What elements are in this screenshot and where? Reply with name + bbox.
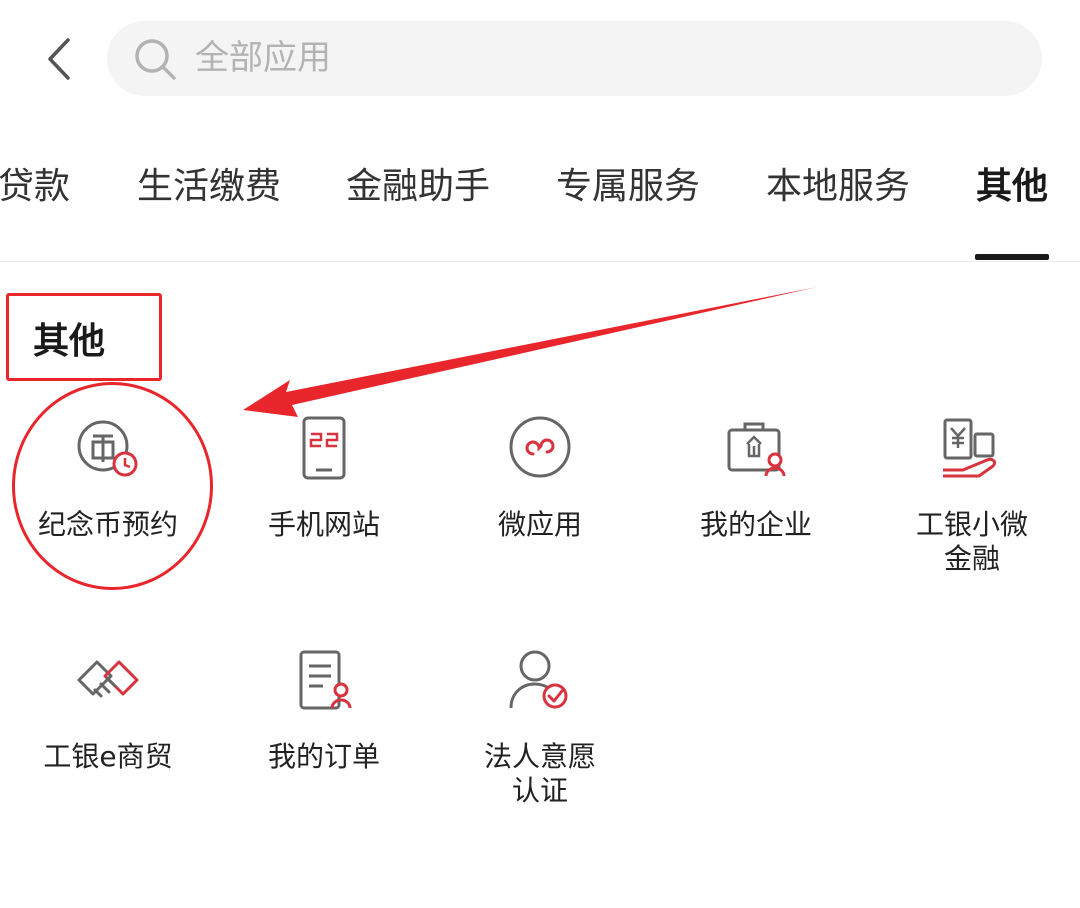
app-label: 纪念币预约 xyxy=(37,508,178,541)
chevron-left-icon xyxy=(48,38,70,80)
tab-exclusive-services[interactable]: 专属服务 xyxy=(556,116,700,258)
my-enterprise-icon xyxy=(727,422,786,477)
handshake-icon xyxy=(77,660,139,698)
tab-life-payments[interactable]: 生活缴费 xyxy=(137,116,281,258)
tab-other[interactable]: 其他 xyxy=(976,116,1048,258)
tab-loans[interactable]: 贷款 xyxy=(0,116,70,258)
small-business-finance-icon xyxy=(943,418,997,478)
app-mobile-site[interactable]: 手机网站 xyxy=(216,414,432,542)
order-icon xyxy=(299,650,352,710)
top-bar: 全部应用 xyxy=(0,0,1080,117)
mobile-site-icon xyxy=(302,416,346,480)
micro-app-icon xyxy=(509,416,571,478)
commemorative-coin-icon xyxy=(77,420,138,477)
app-label: 我的企业 xyxy=(699,508,812,541)
search-input[interactable]: 全部应用 xyxy=(107,21,1042,96)
active-tab-indicator xyxy=(975,254,1049,260)
search-placeholder: 全部应用 xyxy=(195,38,331,78)
back-button[interactable] xyxy=(36,34,86,84)
app-micro-app[interactable]: 微应用 xyxy=(432,414,648,542)
app-label: 手机网站 xyxy=(267,508,380,541)
app-my-enterprise[interactable]: 我的企业 xyxy=(648,414,864,542)
app-label: 工银e商贸 xyxy=(43,740,173,773)
app-my-orders[interactable]: 我的订单 xyxy=(216,646,432,774)
app-icbc-e-trade[interactable]: 工银e商贸 xyxy=(0,646,216,774)
app-label: 法人意愿 认证 xyxy=(483,740,596,807)
app-legal-person-verify[interactable]: 法人意愿 认证 xyxy=(432,646,648,808)
category-tabs: 贷款 生活缴费 金融助手 专属服务 本地服务 其他 xyxy=(0,116,1080,262)
app-label: 工银小微 金融 xyxy=(915,508,1028,575)
app-commemorative-coin[interactable]: 纪念币预约 xyxy=(0,414,216,542)
person-verify-icon xyxy=(509,650,568,709)
app-small-business-finance[interactable]: 工银小微 金融 xyxy=(864,414,1080,576)
tab-finance-assistant[interactable]: 金融助手 xyxy=(346,116,490,258)
tab-local-services[interactable]: 本地服务 xyxy=(766,116,910,258)
app-label: 微应用 xyxy=(497,508,582,541)
section-title: 其他 xyxy=(33,321,106,362)
app-label: 我的订单 xyxy=(267,740,380,773)
search-icon xyxy=(135,39,176,80)
